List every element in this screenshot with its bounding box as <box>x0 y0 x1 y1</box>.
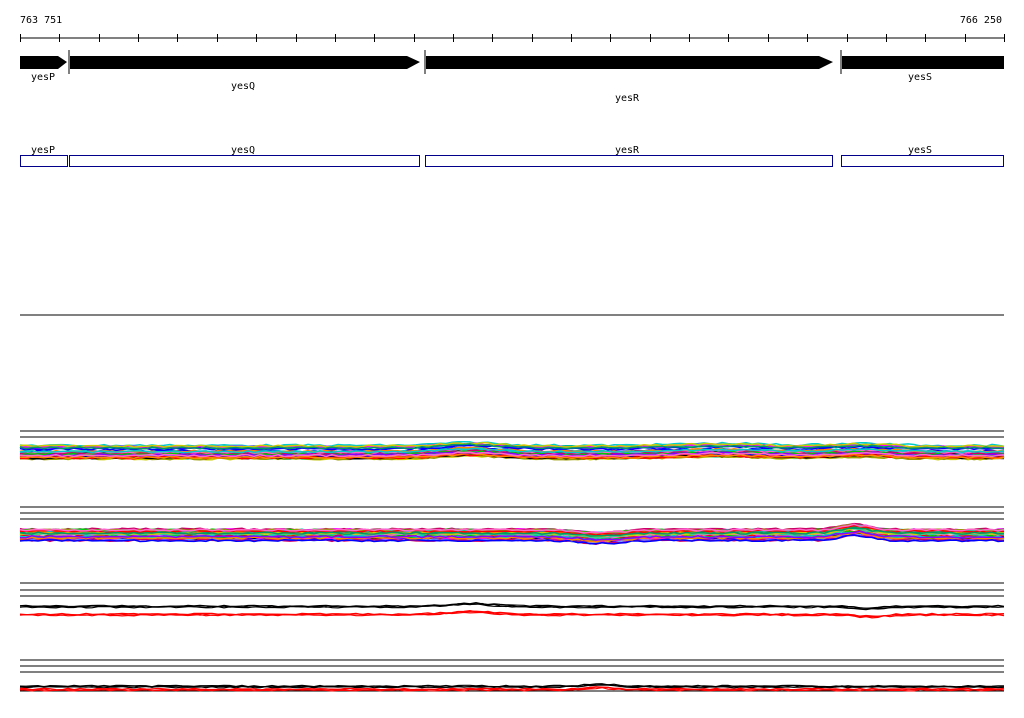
gene-box-label-yesQ: yesQ <box>231 145 255 156</box>
gene-box-label-yesS: yesS <box>908 145 932 156</box>
ruler-end-label: 766 250 <box>960 15 1002 26</box>
gene-label-yesP: yesP <box>31 72 55 83</box>
expression-track-2 <box>19 512 1005 584</box>
gene-box-label-yesR: yesR <box>615 145 640 156</box>
expression-line-red <box>19 610 1004 618</box>
gene-arrow-yesQ[interactable] <box>70 56 420 69</box>
gene-track: yesP yesQ yesR yesS <box>20 50 1004 104</box>
gene-yesS[interactable]: yesS <box>840 50 1004 83</box>
ruler-start-label: 763 751 <box>20 15 62 26</box>
gene-label-yesR: yesR <box>615 93 640 104</box>
gene-arrow-yesR[interactable] <box>426 56 833 69</box>
gene-arrow-yesS[interactable] <box>842 56 1004 69</box>
coordinate-ruler: 763 751 766 250 <box>20 15 1005 42</box>
expression-line-black <box>19 602 1005 610</box>
gene-box-track: yesP yesQ yesR yesS <box>20 145 1004 167</box>
gene-box-yesS[interactable] <box>841 155 1004 167</box>
gene-yesQ[interactable]: yesQ <box>68 50 420 92</box>
gene-yesR[interactable]: yesR <box>424 50 833 104</box>
gene-label-yesS: yesS <box>908 72 932 83</box>
gene-yesP[interactable]: yesP <box>20 56 67 83</box>
gene-box-yesP[interactable] <box>20 155 68 167</box>
gene-box-yesR[interactable] <box>425 155 833 167</box>
genome-browser: 763 751 766 250 yesP yesQ yesR yesS yesP <box>0 0 1024 714</box>
gene-box-label-yesP: yesP <box>31 145 55 156</box>
gene-box-yesQ[interactable] <box>69 155 420 167</box>
expression-track-3 <box>19 589 1005 661</box>
gene-arrow-yesP[interactable] <box>20 56 67 69</box>
expression-track-4 <box>19 665 1005 692</box>
expression-track-1 <box>19 430 1005 508</box>
gene-label-yesQ: yesQ <box>231 81 255 92</box>
